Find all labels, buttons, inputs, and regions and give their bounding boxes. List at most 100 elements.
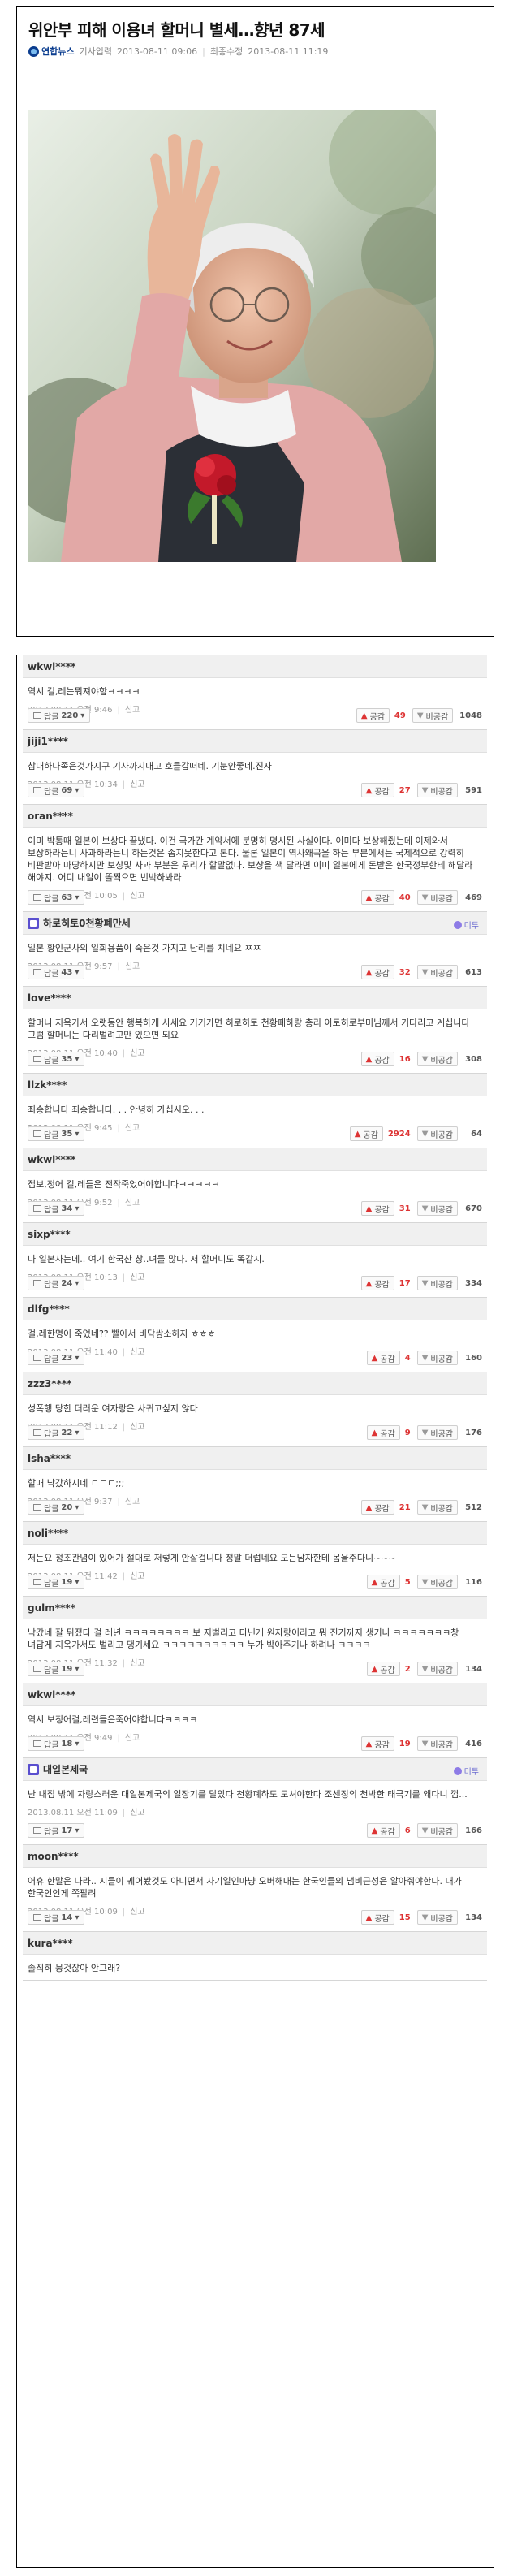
comment-header: gulm**** [23,1597,487,1619]
dislike-button[interactable]: ▼ 비공감 [416,1575,458,1589]
like-button[interactable]: ▲ 공감 [366,1823,400,1838]
dislike-button[interactable]: ▼ 비공감 [412,708,454,723]
like-count: 2924 [387,1129,411,1139]
thumbs-down-icon: ▼ [421,1353,429,1363]
reply-button[interactable]: 답글 43 ▾ [28,965,85,979]
dislike-button[interactable]: ▼ 비공감 [416,1052,458,1066]
comment-header: noli**** [23,1522,487,1545]
comment-username[interactable]: wkwl**** [28,1689,75,1701]
comment-header: oran**** [23,805,487,828]
comment-username[interactable]: lsha**** [28,1453,71,1464]
like-button[interactable]: ▲ 공감 [356,708,390,723]
reply-button[interactable]: 답글 22 ▾ [28,1425,85,1440]
comment-item: oran**** 이미 박통때 일본이 보상다 끝냈다. 이건 국가간 계약서에 … [23,805,487,912]
meta-divider: | [122,1809,126,1817]
article-photo-image [28,110,436,562]
reply-button[interactable]: 답글 69 ▾ [28,783,85,797]
like-button[interactable]: ▲ 공감 [366,1425,400,1440]
thumbs-up-icon: ▲ [365,785,373,795]
source-logo[interactable]: 연합뉴스 [28,45,74,58]
comment-username[interactable]: wkwl**** [28,661,75,672]
reply-button[interactable]: 답글 24 ▾ [28,1276,85,1290]
reply-button[interactable]: 답글 19 ▾ [28,1575,85,1589]
chevron-down-icon: ▾ [75,1428,80,1437]
like-count: 6 [404,1826,411,1835]
comment-item: kura**** 솔직히 뭉것잖아 안그래? [23,1932,487,1981]
reply-button[interactable]: 답글 18 ▾ [28,1736,85,1751]
dislike-label: 비공감 [430,787,453,797]
comment-username[interactable]: zzz3**** [28,1378,71,1390]
comment-username[interactable]: oran**** [28,810,73,822]
comment-username[interactable]: gulm**** [28,1602,75,1614]
comment-header: sixp**** [23,1223,487,1246]
comment-username[interactable]: wkwl**** [28,1154,75,1165]
thumbs-up-icon: ▲ [371,1353,378,1363]
reply-button[interactable]: 답글 220 ▾ [28,708,91,723]
like-button[interactable]: ▲ 공감 [360,1276,394,1290]
dislike-label: 비공감 [430,1429,453,1439]
mirror-link[interactable]: 미투 [453,918,479,931]
like-button[interactable]: ▲ 공감 [360,965,394,979]
dislike-button[interactable]: ▼ 비공감 [416,1425,458,1440]
reply-button[interactable]: 답글 23 ▾ [28,1351,85,1365]
like-button[interactable]: ▲ 공감 [366,1575,400,1589]
dislike-button[interactable]: ▼ 비공감 [416,1500,458,1515]
comment-username[interactable]: 대일본제국 [43,1762,88,1776]
dislike-button[interactable]: ▼ 비공감 [416,1351,458,1365]
comment-item: dlfg****걸,레한명이 죽었네?? 빨아서 비닥쌍소하자 ㅎㅎㅎ2013.… [23,1298,487,1372]
dislike-button[interactable]: ▼ 비공감 [416,965,458,979]
dislike-button[interactable]: ▼ 비공감 [416,1910,458,1925]
comment-username[interactable]: kura**** [28,1938,73,1949]
dislike-button[interactable]: ▼ 비공감 [416,783,458,797]
reply-button[interactable]: 답글 19 ▾ [28,1662,85,1676]
comment-username[interactable]: jiji1**** [28,736,68,747]
like-button[interactable]: ▲ 공감 [360,783,394,797]
dislike-button[interactable]: ▼ 비공감 [416,1736,458,1751]
chevron-down-icon: ▾ [75,1353,80,1363]
vote-group: ▲ 공감 49 ▼ 비공감 1048 [356,708,482,723]
dislike-button[interactable]: ▼ 비공감 [416,1126,458,1141]
reply-button[interactable]: 답글 34 ▾ [28,1201,85,1216]
like-button[interactable]: ▲ 공감 [360,1500,394,1515]
reply-button[interactable]: 답글 35 ▾ [28,1126,85,1141]
comment-header: wkwl**** [23,1683,487,1706]
mirror-icon [453,920,462,929]
reply-button[interactable]: 답글 14 ▾ [28,1910,85,1925]
mirror-link[interactable]: 미투 [453,1765,479,1777]
like-button[interactable]: ▲ 공감 [360,1736,394,1751]
comment-username[interactable]: love**** [28,992,71,1004]
comment-username[interactable]: 하로히토0천황폐만세 [43,916,131,930]
report-link[interactable]: 신고 [130,1809,144,1817]
reply-icon [33,712,41,719]
like-button[interactable]: ▲ 공감 [366,1662,400,1676]
reply-button[interactable]: 답글 20 ▾ [28,1500,85,1515]
reply-button[interactable]: 답글 63 ▾ [28,890,85,905]
like-button[interactable]: ▲ 공감 [360,1910,394,1925]
reply-count: 43 [61,967,73,977]
like-button[interactable]: ▲ 공감 [366,1351,400,1365]
reply-button[interactable]: 답글 35 ▾ [28,1052,85,1066]
comment-username[interactable]: moon**** [28,1851,79,1862]
thumbs-up-icon: ▲ [365,1739,373,1748]
dislike-button[interactable]: ▼ 비공감 [416,890,458,905]
chevron-down-icon: ▾ [75,1204,80,1213]
dislike-button[interactable]: ▼ 비공감 [416,1201,458,1216]
comment-username[interactable]: dlfg**** [28,1303,70,1315]
comment-username[interactable]: llzk**** [28,1079,67,1091]
dislike-button[interactable]: ▼ 비공감 [416,1662,458,1676]
like-button[interactable]: ▲ 공감 [360,1201,394,1216]
like-button[interactable]: ▲ 공감 [349,1126,383,1141]
dislike-button[interactable]: ▼ 비공감 [416,1276,458,1290]
comment-text: 이미 박통때 일본이 보상다 끝냈다. 이건 국가간 계약서에 분명히 명시된 … [28,836,473,883]
like-button[interactable]: ▲ 공감 [360,890,394,905]
dislike-count: 613 [465,967,482,977]
comment-text: 일본 황인군사의 일회용품이 죽은것 가지고 난리를 치네요 ㅉㅉ [28,943,261,953]
comment-username[interactable]: sixp**** [28,1229,71,1240]
modified-time: 2013-08-11 11:19 [248,45,329,57]
like-button[interactable]: ▲ 공감 [360,1052,394,1066]
reply-icon [33,1504,41,1511]
dislike-button[interactable]: ▼ 비공감 [416,1823,458,1838]
reply-button[interactable]: 답글 17 ▾ [28,1823,85,1838]
thumbs-down-icon: ▼ [421,1577,429,1587]
comment-username[interactable]: noli**** [28,1528,68,1539]
